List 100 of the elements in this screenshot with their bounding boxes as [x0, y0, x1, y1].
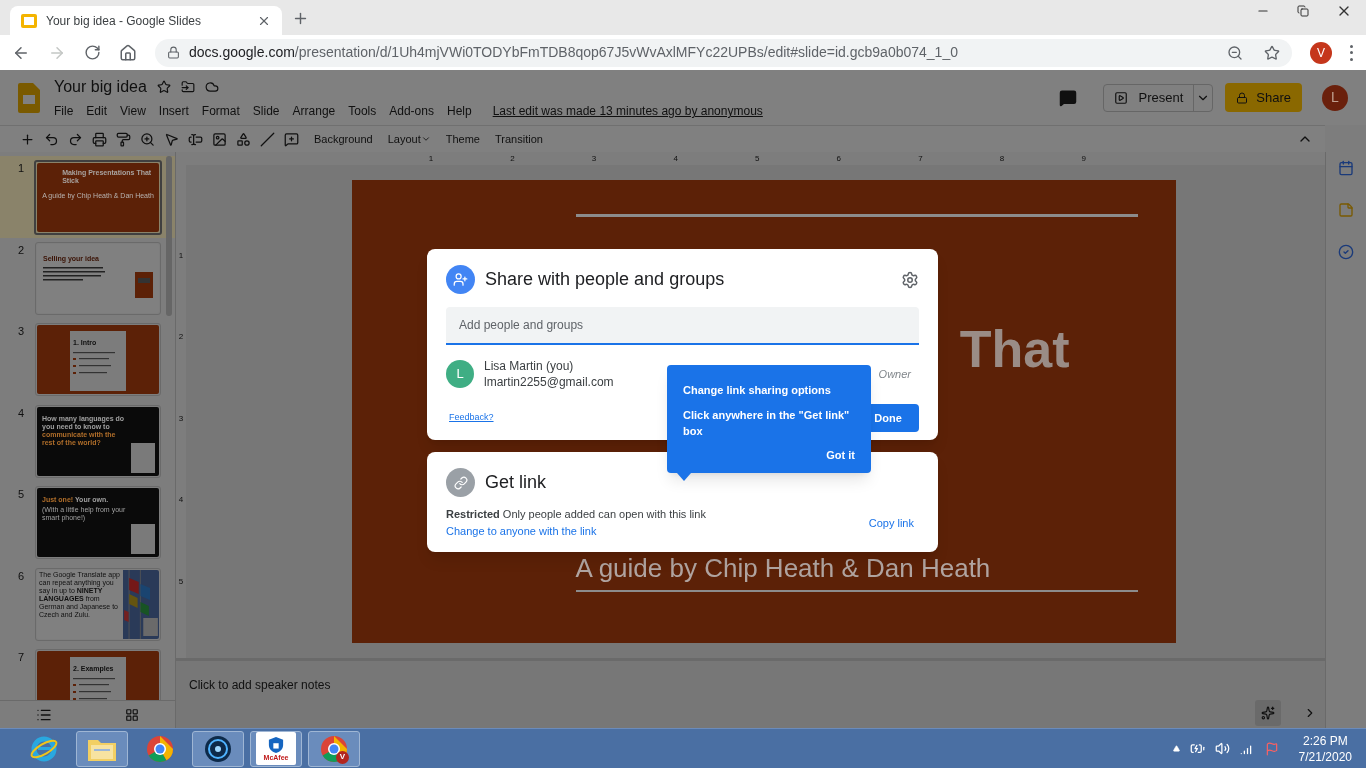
- text-box-icon[interactable]: [188, 131, 203, 147]
- ruler-label: 5: [754, 153, 760, 165]
- address-field[interactable]: docs.google.com/presentation/d/1Uh4mjVWi0TODYbFmTDB8qop67J5vWvAxlMFYc22UPBs/edit#slide=id.gcb9a0b074_1_0: [155, 38, 1292, 67]
- folder-icon[interactable]: [180, 80, 195, 94]
- dialog-title: Share with people and groups: [485, 268, 725, 291]
- taskbar-button[interactable]: V: [308, 730, 360, 767]
- menu-item[interactable]: Add-ons: [389, 102, 434, 120]
- grid-view-icon[interactable]: [124, 707, 139, 722]
- chrome-icon: [145, 733, 175, 764]
- browser-tab[interactable]: Your big idea - Google Slides: [10, 6, 282, 35]
- battery-icon[interactable]: [1189, 741, 1205, 756]
- show-hidden-icon[interactable]: [1172, 745, 1180, 752]
- explore-button[interactable]: [1255, 700, 1281, 726]
- slide-number: 7: [18, 650, 25, 665]
- paint-format-icon[interactable]: [116, 131, 131, 147]
- star-icon[interactable]: [156, 80, 171, 94]
- calendar-icon[interactable]: [1338, 160, 1354, 176]
- profile-avatar[interactable]: V: [1310, 41, 1332, 64]
- slide-number: 1: [18, 161, 25, 176]
- add-icon[interactable]: [20, 131, 35, 147]
- add-people-field[interactable]: Add people and groups: [446, 307, 919, 345]
- speaker-notes-field[interactable]: Click to add speaker notes: [189, 676, 331, 694]
- shield-icon: [268, 735, 284, 754]
- ruler-label: 2: [509, 153, 515, 165]
- pointer-icon[interactable]: [164, 131, 179, 147]
- menu-item[interactable]: Insert: [158, 102, 189, 120]
- url-text: docs.google.com/presentation/d/1Uh4mjVWi0TODYbFmTDB8qop67J5vWvAxlMFYc22UPBs/edit#slide=id.gcb9a0b074_1_0: [189, 43, 958, 62]
- person-email: lmartin2255@gmail.com: [484, 374, 614, 390]
- thumbnail-card: [131, 524, 155, 554]
- tooltip-body: Click anywhere in the "Get link" box: [683, 407, 851, 439]
- user-plus-icon: [453, 272, 468, 287]
- image-icon[interactable]: [212, 131, 227, 147]
- zoom-icon[interactable]: [140, 131, 155, 147]
- clock[interactable]: 2:26 PM 7/21/2020: [1298, 732, 1352, 765]
- cloud-icon[interactable]: [204, 80, 219, 94]
- link-icon: [453, 475, 468, 490]
- book-icon: [135, 271, 153, 298]
- menu-item[interactable]: View: [120, 102, 146, 120]
- zoom-icon[interactable]: [1227, 44, 1243, 61]
- slide-number: 3: [18, 324, 25, 339]
- slide-number: 6: [18, 568, 25, 584]
- ruler-label: 1: [177, 249, 185, 262]
- tooltip-title: Change link sharing options: [683, 383, 832, 398]
- new-tab-icon[interactable]: [292, 10, 309, 27]
- ruler-label: 4: [672, 153, 678, 165]
- toolbar-button[interactable]: Background: [314, 130, 373, 148]
- share-button[interactable]: Share: [1225, 83, 1302, 112]
- menu-item[interactable]: File: [54, 102, 74, 120]
- last-edit-link[interactable]: Last edit was made 13 minutes ago by anonymous: [492, 102, 763, 120]
- menu-item[interactable]: Edit: [86, 102, 108, 120]
- copy-link-button[interactable]: Copy link: [868, 514, 914, 532]
- feedback-link[interactable]: Feedback?: [449, 411, 494, 425]
- slide-title: That: [959, 319, 1070, 380]
- ruler-label: 5: [177, 575, 185, 588]
- ruler-label: 3: [177, 412, 185, 425]
- star-icon[interactable]: [1264, 44, 1280, 61]
- ruler-label: 7: [917, 153, 923, 165]
- lock-icon: [167, 46, 180, 59]
- ruler-label: 4: [177, 494, 185, 506]
- restore-icon[interactable]: [1297, 5, 1309, 17]
- toolbar-button[interactable]: Layout: [387, 130, 431, 148]
- account-avatar[interactable]: L: [1322, 84, 1348, 111]
- play-icon: [1114, 90, 1129, 105]
- menu-item[interactable]: Format: [201, 102, 240, 120]
- scrollbar-thumb[interactable]: [166, 156, 172, 316]
- home-icon[interactable]: [119, 43, 137, 62]
- reload-icon[interactable]: [84, 44, 101, 61]
- taskbar-button[interactable]: [192, 730, 244, 767]
- menu-item[interactable]: Slide: [252, 102, 280, 120]
- shapes-icon[interactable]: [236, 131, 251, 147]
- card-title: Get link: [485, 471, 547, 494]
- slide-number: 4: [18, 405, 25, 421]
- comment-icon[interactable]: [1059, 88, 1078, 107]
- change-access-link[interactable]: Change to anyone with the link: [446, 523, 706, 540]
- slide-number: 5: [18, 487, 25, 502]
- ruler-label: 9: [1080, 153, 1086, 165]
- menu-item[interactable]: Arrange: [292, 102, 336, 120]
- redo-icon[interactable]: [68, 131, 83, 147]
- menu-item[interactable]: Help: [446, 102, 472, 120]
- text-lines-drawing: [43, 267, 105, 283]
- task-icon[interactable]: [1338, 244, 1354, 260]
- undo-icon[interactable]: [44, 131, 59, 147]
- settings-icon[interactable]: [901, 270, 919, 289]
- taskbar-button[interactable]: [76, 730, 128, 767]
- menu-icon[interactable]: [1350, 44, 1354, 61]
- ruler-label: 2: [177, 331, 185, 343]
- menu-item[interactable]: Tools: [348, 102, 377, 120]
- slides-favicon: [21, 13, 37, 28]
- person-avatar: L: [446, 360, 474, 388]
- role-label: Owner: [878, 366, 911, 382]
- add-comment-icon[interactable]: [284, 131, 299, 147]
- print-icon[interactable]: [92, 131, 107, 147]
- ruler-label: 6: [835, 153, 842, 165]
- volume-icon[interactable]: [1214, 741, 1230, 756]
- slide-number: 2: [18, 242, 25, 258]
- document-title[interactable]: Your big idea: [54, 75, 147, 99]
- toolbar-button[interactable]: Transition: [495, 130, 543, 148]
- toolbar-button[interactable]: Theme: [445, 130, 480, 148]
- thumbnail-card: [131, 442, 155, 473]
- line-icon[interactable]: [260, 131, 275, 147]
